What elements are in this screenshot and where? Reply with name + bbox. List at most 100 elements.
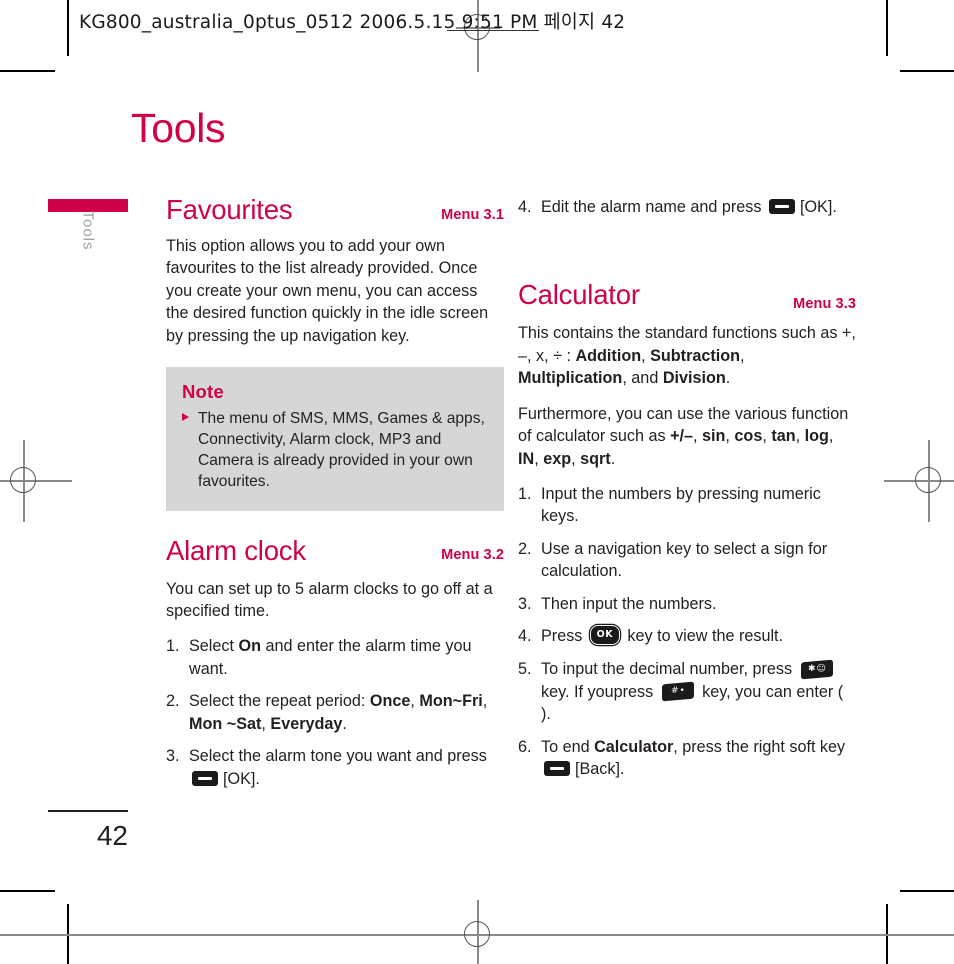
favourites-heading-text: Favourites bbox=[166, 194, 293, 225]
calculator-furthermore: Furthermore, you can use the various fun… bbox=[518, 403, 856, 470]
calculator-intro-after: . bbox=[725, 369, 731, 388]
calculator-bold-addition: Addition bbox=[575, 346, 642, 365]
registration-mark-right bbox=[907, 459, 951, 503]
crop-mark-top-right-vertical bbox=[886, 0, 888, 56]
calculator-bold-division: Division bbox=[662, 369, 726, 388]
calculator-step-6-after: [Back]. bbox=[575, 760, 625, 779]
calculator-step-4-before: Press bbox=[541, 627, 587, 646]
triangle-bullet-icon bbox=[182, 413, 189, 422]
alarm-step-3-after: [OK]. bbox=[223, 769, 260, 788]
ok-key-icon: OK bbox=[589, 625, 620, 646]
calc-f-sep-7: , bbox=[571, 449, 581, 468]
calculator-bold-subtraction: Subtraction bbox=[650, 346, 741, 365]
calculator-bold-log: log bbox=[804, 427, 829, 446]
calculator-step-5-mid: key. If youpress bbox=[541, 682, 658, 701]
calculator-sep-2: , bbox=[740, 346, 745, 365]
alarm-step-2-bold-everyday: Everyday bbox=[270, 714, 343, 733]
footer-rule bbox=[48, 810, 128, 812]
section-heading-calculator: Calculator Menu 3.3 bbox=[518, 279, 856, 313]
calculator-step-6-number: 6. bbox=[518, 737, 532, 756]
calc-f-sep-6: , bbox=[534, 449, 544, 468]
calculator-step-2-number: 2. bbox=[518, 539, 532, 558]
crop-mark-bottom-left-horizontal bbox=[0, 890, 55, 892]
calculator-bold-multiplication: Multiplication bbox=[518, 369, 623, 388]
calculator-bold-sqrt: sqrt bbox=[580, 449, 611, 468]
prepress-slug-underline bbox=[447, 30, 539, 31]
alarm-step-4-number: 4. bbox=[518, 198, 532, 216]
alarm-step-2-number: 2. bbox=[166, 692, 180, 711]
alarm-step-2-bold-once: Once bbox=[369, 692, 411, 711]
calc-f-sep-5: , bbox=[828, 427, 834, 446]
calculator-bold-sin: sin bbox=[702, 427, 726, 446]
alarm-step-3: 3. Select the alarm tone you want and pr… bbox=[166, 745, 504, 790]
calculator-step-6-bold: Calculator bbox=[594, 737, 674, 756]
calculator-bold-in: IN bbox=[518, 449, 535, 468]
calculator-bold-tan: tan bbox=[771, 427, 796, 446]
calculator-sep-3: , and bbox=[622, 369, 663, 388]
alarm-step-2-bold-monsat: Mon ~Sat bbox=[189, 714, 262, 733]
page-number: 42 bbox=[96, 820, 128, 851]
calculator-step-4-after: key to view the result. bbox=[622, 627, 784, 646]
calculator-sep-1: , bbox=[641, 346, 651, 365]
alarm-step-4: 4. Edit the alarm name and press [OK]. bbox=[518, 196, 856, 218]
hash-key-icon: #• bbox=[661, 681, 694, 702]
calculator-step-1-text: Input the numbers by pressing numeric ke… bbox=[541, 484, 821, 526]
menu-ref-calculator: Menu 3.3 bbox=[793, 296, 856, 313]
alarm-clock-body: You can set up to 5 alarm clocks to go o… bbox=[166, 579, 493, 620]
calculator-step-5-number: 5. bbox=[518, 660, 532, 679]
alarm-step-3-number: 3. bbox=[166, 747, 180, 766]
calculator-step-2-text: Use a navigation key to select a sign fo… bbox=[541, 539, 828, 581]
calculator-step-4: 4. Press OK key to view the result. bbox=[518, 625, 856, 648]
section-heading-alarm-clock: Alarm clock Menu 3.2 bbox=[166, 534, 504, 566]
alarm-step-1: 1. Select On and enter the alarm time yo… bbox=[166, 635, 504, 680]
calc-f-sep-4: , bbox=[795, 427, 805, 446]
favourites-body: This option allows you to add your own f… bbox=[166, 236, 489, 345]
soft-key-icon bbox=[192, 770, 218, 786]
alarm-step-2-bold-monfri: Mon~Fri bbox=[419, 692, 483, 711]
star-key-icon: ✱☺ bbox=[800, 659, 833, 679]
calculator-bold-exp: exp bbox=[543, 449, 572, 468]
calculator-bold-cos: cos bbox=[734, 427, 763, 446]
right-column: 4. Edit the alarm name and press [OK]. C… bbox=[518, 196, 856, 791]
calc-f-sep-3: , bbox=[762, 427, 772, 446]
alarm-clock-heading-text: Alarm clock bbox=[166, 534, 306, 566]
calculator-intro: This contains the standard functions suc… bbox=[518, 322, 856, 389]
calculator-furthermore-after: . bbox=[610, 449, 616, 468]
crop-mark-top-left-vertical bbox=[67, 0, 69, 56]
crop-mark-top-right-horizontal bbox=[900, 70, 954, 72]
calculator-step-2: 2. Use a navigation key to select a sign… bbox=[518, 538, 856, 583]
registration-mark-left bbox=[2, 459, 46, 503]
calculator-heading-text: Calculator bbox=[518, 279, 640, 311]
alarm-step-3-before: Select the alarm tone you want and press bbox=[189, 747, 487, 766]
alarm-step-2: 2. Select the repeat period: Once, Mon~F… bbox=[166, 690, 504, 735]
calculator-step-6: 6. To end Calculator, press the right so… bbox=[518, 736, 856, 781]
soft-key-icon bbox=[768, 199, 795, 215]
calculator-step-3: 3. Then input the numbers. bbox=[518, 593, 856, 615]
calculator-step-3-text: Then input the numbers. bbox=[541, 594, 717, 613]
left-column: Favourites Menu 3.1 This option allows y… bbox=[166, 194, 504, 800]
section-heading-favourites: Favourites Menu 3.1 bbox=[166, 194, 504, 225]
calculator-step-6-mid: , press the right soft key bbox=[673, 737, 846, 756]
note-title: Note bbox=[182, 381, 224, 403]
calculator-step-1-number: 1. bbox=[518, 484, 532, 503]
alarm-step-1-before: Select bbox=[189, 637, 239, 656]
side-tab-label: Tools bbox=[79, 210, 97, 251]
alarm-step-2-before: Select the repeat period: bbox=[189, 692, 370, 711]
calculator-step-3-number: 3. bbox=[518, 594, 532, 613]
calculator-step-5: 5. To input the decimal number, press ✱☺… bbox=[518, 658, 856, 725]
menu-ref-alarm-clock: Menu 3.2 bbox=[441, 547, 504, 564]
alarm-step-1-bold: On bbox=[238, 637, 261, 656]
calculator-step-6-before: To end bbox=[541, 737, 595, 756]
page-title: Tools bbox=[131, 105, 226, 151]
alarm-step-2-sep-2: , bbox=[482, 692, 488, 711]
prepress-slug: KG800_australia_0ptus_0512 2006.5.15 9:5… bbox=[79, 12, 626, 33]
calculator-step-4-number: 4. bbox=[518, 627, 532, 646]
alarm-step-1-number: 1. bbox=[166, 637, 180, 656]
alarm-step-2-after: . bbox=[342, 714, 347, 733]
menu-ref-favourites: Menu 3.1 bbox=[441, 206, 504, 223]
crop-mark-top-left-horizontal bbox=[0, 70, 55, 72]
calculator-step-1: 1. Input the numbers by pressing numeric… bbox=[518, 483, 856, 528]
calculator-bold-plusminus: +/– bbox=[670, 427, 694, 446]
note-item-text: The menu of SMS, MMS, Games & apps, Conn… bbox=[198, 410, 485, 490]
alarm-step-4-after: [OK]. bbox=[799, 198, 837, 216]
